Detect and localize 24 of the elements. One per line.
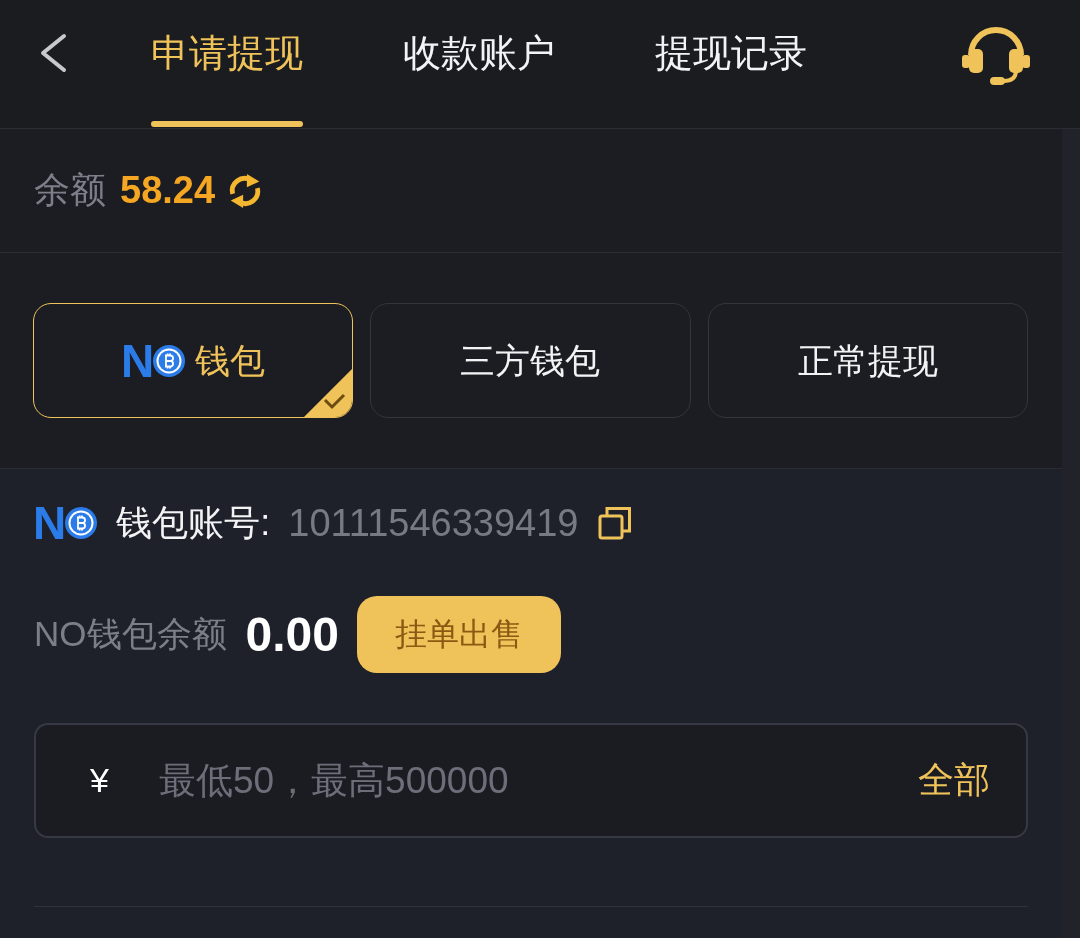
back-icon[interactable]: [38, 33, 68, 73]
tab[interactable]: 提现记录: [653, 0, 809, 128]
sell-order-button[interactable]: 挂单出售: [356, 596, 561, 673]
check-corner-icon: [304, 369, 353, 417]
method-card[interactable]: N 钱包: [33, 303, 354, 418]
logo-letter: N: [121, 342, 154, 379]
tab[interactable]: 收款账户: [401, 0, 557, 128]
logo-letter: N: [33, 505, 66, 541]
coin-icon: [65, 507, 98, 539]
wallet-balance-amount: 0.00: [245, 607, 339, 662]
account-number: 10111546339419: [288, 501, 579, 545]
coin-icon: [153, 344, 186, 377]
method-card[interactable]: 正常提现: [707, 303, 1028, 418]
wallet-balance-label: NO钱包余额: [34, 613, 227, 655]
tab[interactable]: 申请提现: [149, 0, 305, 128]
account-label: 钱包账号:: [116, 500, 271, 545]
amount-field[interactable]: ¥ 最低50，最高500000 全部: [34, 723, 1028, 838]
copy-icon[interactable]: [598, 506, 633, 540]
balance-amount: 58.24: [120, 169, 216, 212]
balance-label: 余额: [34, 168, 106, 212]
method-card[interactable]: 三方钱包: [370, 303, 691, 418]
all-button[interactable]: 全部: [918, 756, 990, 805]
headset-icon[interactable]: [960, 25, 1032, 85]
currency-symbol: ¥: [90, 761, 109, 800]
